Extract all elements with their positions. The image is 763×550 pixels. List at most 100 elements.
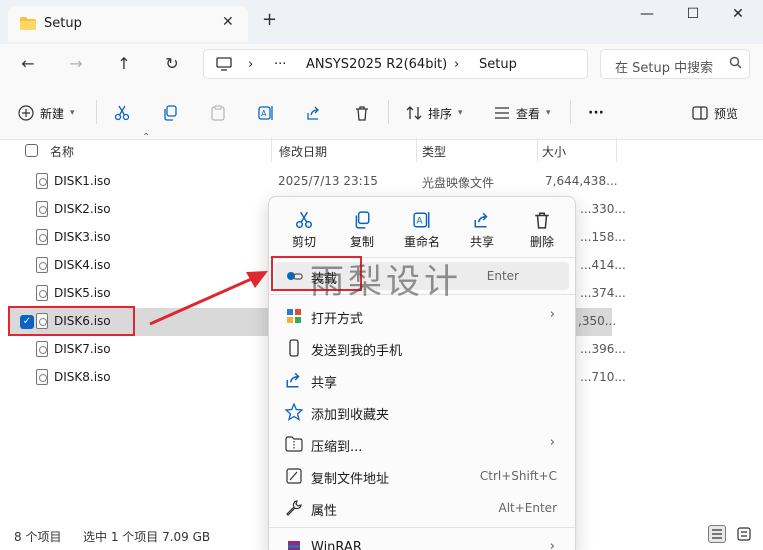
new-button[interactable]: 新建 ▾ bbox=[18, 102, 75, 124]
menu-item-label: 属性 bbox=[311, 504, 338, 519]
preview-label: 预览 bbox=[714, 106, 739, 121]
paste-button[interactable] bbox=[210, 102, 226, 124]
item-count: 8 个项目 bbox=[14, 530, 62, 544]
cut-button[interactable] bbox=[114, 102, 130, 124]
file-size: ...374... bbox=[580, 286, 626, 300]
tab-title: Setup bbox=[44, 16, 82, 31]
iso-file-icon bbox=[36, 257, 48, 273]
column-header-name[interactable]: 名称 ⌃ bbox=[50, 132, 272, 162]
sort-button[interactable]: 排序 ▾ bbox=[406, 102, 463, 124]
menu-item-send-to-phone[interactable]: 发送到我的手机 bbox=[275, 334, 569, 362]
details-view-button[interactable] bbox=[708, 525, 726, 543]
chevron-down-icon: ▾ bbox=[546, 108, 551, 118]
menu-item-shortcut: Ctrl+Shift+C bbox=[479, 469, 557, 483]
ctx-share-button[interactable]: 共享 bbox=[455, 207, 509, 255]
ctx-rename-button[interactable]: A 重命名 bbox=[395, 207, 449, 255]
computer-icon bbox=[216, 57, 232, 71]
file-name: DISK5.iso bbox=[54, 286, 111, 300]
minimize-button[interactable]: — bbox=[632, 6, 662, 26]
file-size: ...158... bbox=[580, 230, 626, 244]
ctx-copy-button[interactable]: 复制 bbox=[335, 207, 389, 255]
sort-ascending-icon: ⌃ bbox=[142, 132, 151, 143]
file-size: ,350... bbox=[578, 314, 617, 328]
file-name: DISK1.iso bbox=[54, 174, 111, 188]
file-type: 光盘映像文件 bbox=[422, 176, 495, 190]
column-header-size[interactable]: 大小 bbox=[542, 138, 617, 162]
menu-item-properties[interactable]: 属性 Alt+Enter bbox=[275, 494, 569, 522]
tab-close-icon[interactable]: ✕ bbox=[222, 14, 234, 30]
menu-item-copy-path[interactable]: 复制文件地址 Ctrl+Shift+C bbox=[275, 462, 569, 490]
menu-item-winrar[interactable]: WinRAR › bbox=[275, 534, 569, 550]
menu-item-share[interactable]: 共享 bbox=[275, 366, 569, 394]
breadcrumb-item-setup[interactable]: Setup bbox=[479, 57, 517, 72]
rename-button[interactable]: A bbox=[258, 102, 274, 124]
breadcrumb-item-ansys[interactable]: ANSYS2025 R2(64bit) bbox=[306, 57, 447, 72]
folder-icon bbox=[20, 17, 36, 30]
forward-button[interactable]: → bbox=[66, 54, 86, 74]
maximize-button[interactable]: ☐ bbox=[678, 6, 708, 26]
file-name: DISK8.iso bbox=[54, 370, 111, 384]
breadcrumb-overflow[interactable]: ··· bbox=[274, 57, 286, 72]
search-placeholder: 在 Setup 中搜索 bbox=[615, 61, 714, 76]
watermark: 雨梨设计 bbox=[310, 262, 462, 302]
view-button[interactable]: 查看 ▾ bbox=[494, 102, 551, 124]
file-size: ...414... bbox=[580, 258, 626, 272]
tiles-view-icon bbox=[737, 527, 751, 541]
sort-icon bbox=[406, 106, 422, 120]
back-button[interactable]: ← bbox=[18, 54, 38, 74]
wrench-icon bbox=[286, 500, 302, 516]
copy-button[interactable] bbox=[162, 102, 178, 124]
refresh-button[interactable]: ↻ bbox=[162, 54, 182, 74]
tab-setup[interactable]: Setup ✕ bbox=[8, 6, 248, 42]
menu-item-compress[interactable]: 压缩到... › bbox=[275, 430, 569, 458]
column-header-date[interactable]: 修改日期 bbox=[279, 138, 417, 162]
file-size: ...330... bbox=[580, 202, 626, 216]
menu-item-open-with[interactable]: 打开方式 › bbox=[275, 302, 569, 330]
share-button[interactable] bbox=[306, 102, 322, 124]
file-date: 2025/7/13 23:15 bbox=[278, 174, 378, 188]
column-header-type[interactable]: 类型 bbox=[422, 138, 538, 162]
close-button[interactable]: ✕ bbox=[723, 6, 753, 26]
tiles-view-button[interactable] bbox=[735, 525, 753, 543]
ctx-share-label: 共享 bbox=[469, 235, 494, 249]
breadcrumb-chevron-icon: › bbox=[248, 57, 254, 72]
scissors-icon bbox=[295, 211, 313, 229]
breadcrumb-chevron-icon: › bbox=[454, 57, 460, 72]
divider bbox=[96, 100, 97, 124]
iso-file-icon bbox=[36, 285, 48, 301]
star-icon bbox=[285, 403, 303, 421]
address-bar[interactable]: › ··· ANSYS2025 R2(64bit) › Setup bbox=[203, 49, 588, 79]
file-name: DISK2.iso bbox=[54, 202, 111, 216]
more-options-button[interactable]: ··· bbox=[588, 102, 604, 124]
preview-pane-icon bbox=[692, 106, 708, 120]
ctx-cut-button[interactable]: 剪切 bbox=[277, 207, 331, 255]
phone-icon bbox=[289, 339, 299, 357]
select-all-checkbox[interactable] bbox=[25, 144, 38, 157]
menu-item-add-favorites[interactable]: 添加到收藏夹 bbox=[275, 398, 569, 426]
preview-button[interactable]: 预览 bbox=[692, 102, 738, 124]
copy-icon bbox=[164, 105, 177, 121]
command-bar: 新建 ▾ A 排序 ▾ 查看 ▾ ··· 预览 bbox=[0, 84, 763, 140]
scissors-icon bbox=[114, 105, 130, 121]
delete-button[interactable] bbox=[354, 102, 370, 124]
menu-item-label: 添加到收藏夹 bbox=[311, 408, 390, 423]
context-menu: 剪切 复制 A 重命名 共享 删除 装载 Enter 打开方式 › 发送到我的手… bbox=[268, 196, 576, 550]
chevron-down-icon: ▾ bbox=[458, 108, 463, 118]
copy-path-icon bbox=[286, 468, 302, 484]
rename-icon: A bbox=[258, 106, 273, 120]
up-button[interactable]: ↑ bbox=[114, 54, 134, 74]
new-tab-button[interactable]: + bbox=[262, 11, 277, 29]
file-size: ...710... bbox=[580, 370, 626, 384]
file-name: DISK4.iso bbox=[54, 258, 111, 272]
table-row[interactable]: DISK1.iso 2025/7/13 23:15 光盘映像文件 7,644,4… bbox=[8, 168, 618, 196]
plus-circle-icon bbox=[18, 105, 34, 121]
copy-icon bbox=[355, 211, 370, 229]
share-icon bbox=[307, 106, 319, 120]
navigation-bar: ← → ↑ ↻ › ··· ANSYS2025 R2(64bit) › Setu… bbox=[0, 44, 763, 84]
search-input[interactable]: 在 Setup 中搜索 bbox=[600, 49, 750, 79]
divider bbox=[388, 100, 389, 124]
ctx-rename-label: 重命名 bbox=[403, 235, 440, 249]
chevron-right-icon: › bbox=[549, 435, 555, 450]
ctx-delete-button[interactable]: 删除 bbox=[515, 207, 569, 255]
file-size: 7,644,438... bbox=[545, 174, 618, 188]
